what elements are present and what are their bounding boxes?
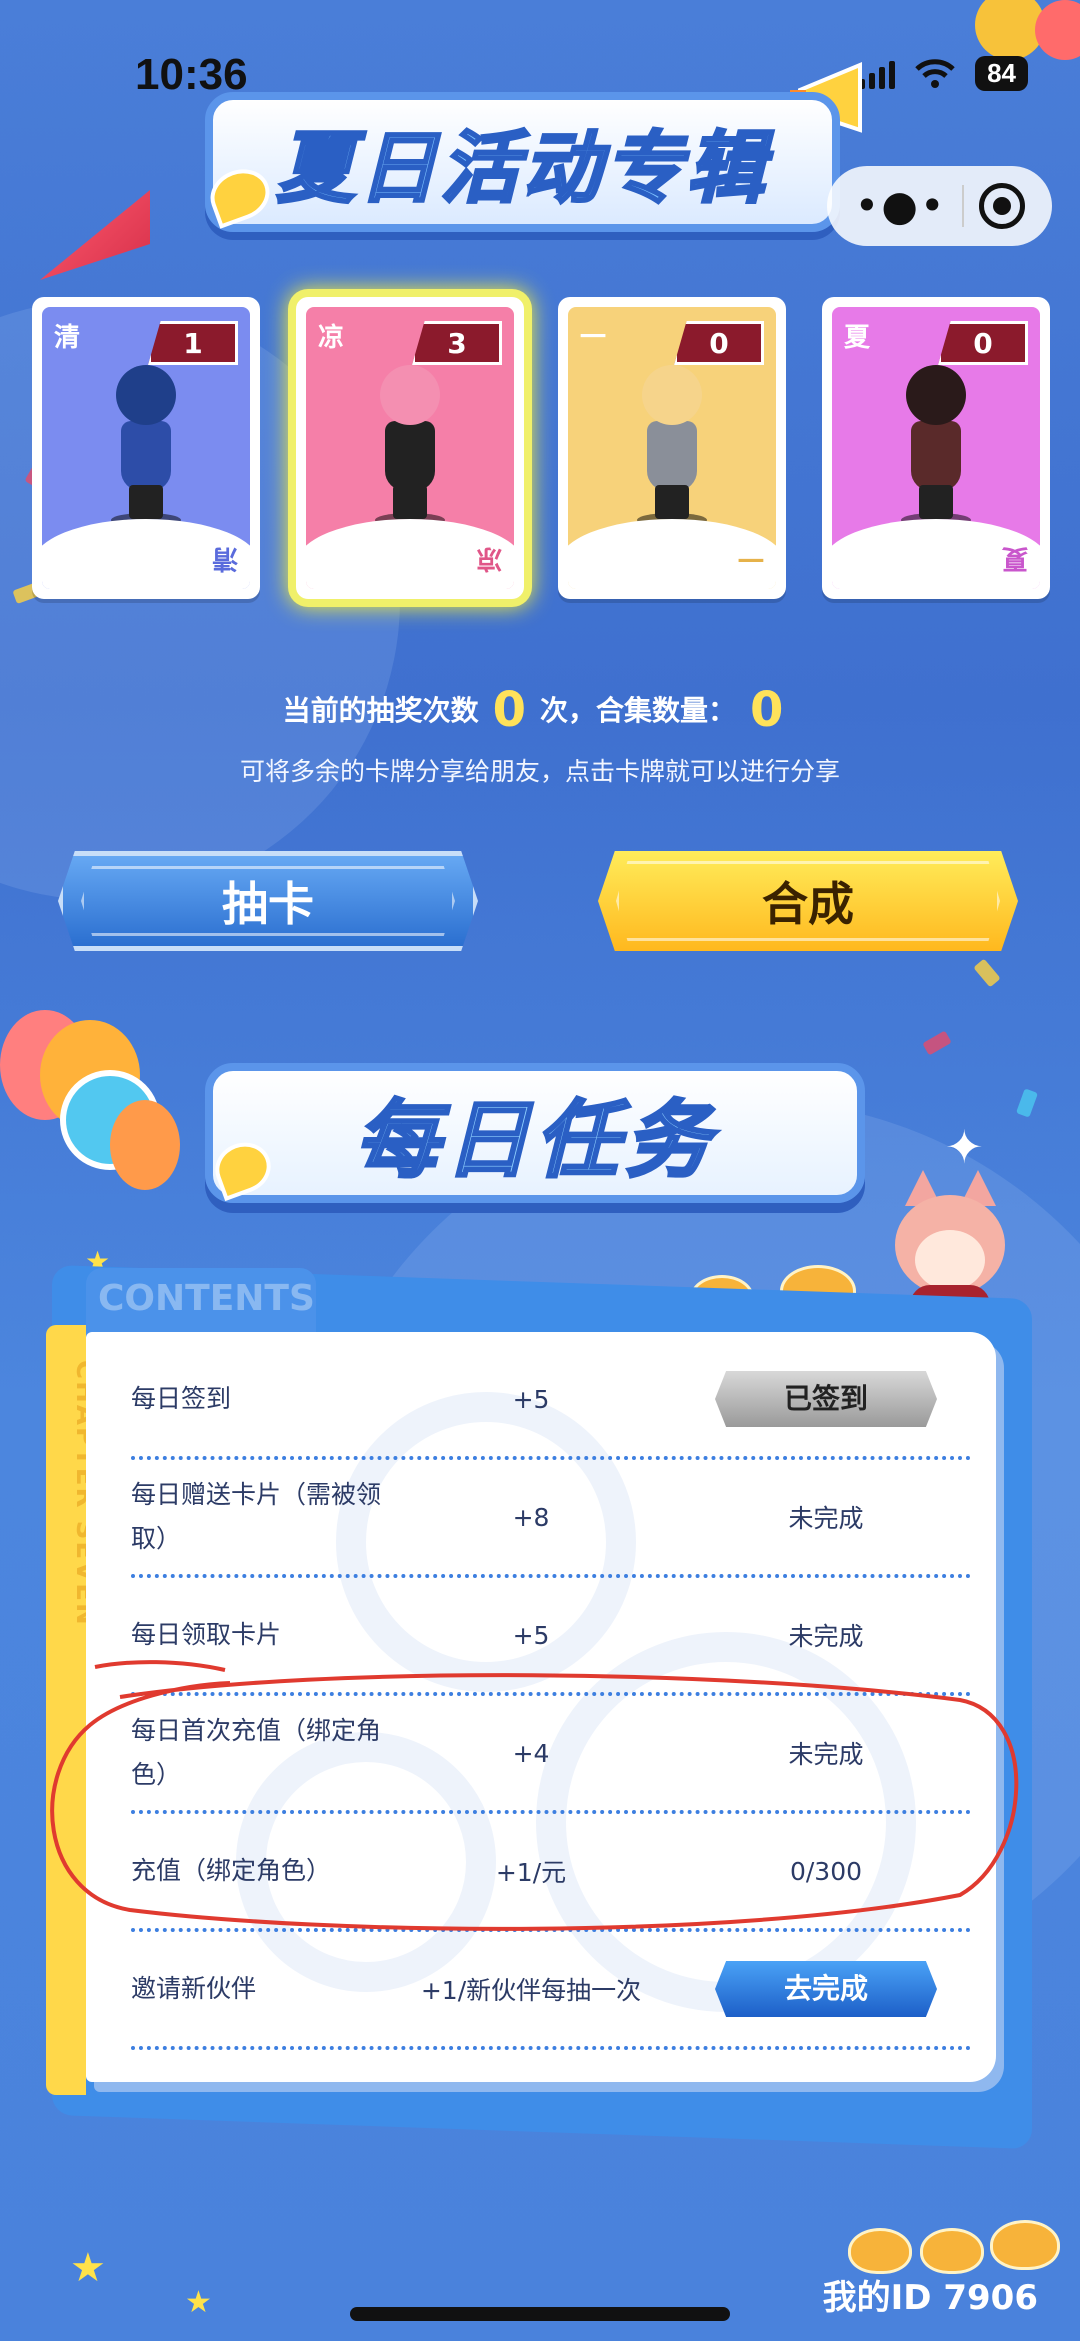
card-art: 清 1 清 [42, 307, 250, 589]
star-decoration: ★ [70, 2245, 106, 2291]
character-figure [881, 365, 991, 527]
more-dots-icon[interactable]: •●• [854, 185, 946, 227]
task-status: 未完成 [788, 1622, 864, 1651]
confetti [973, 958, 1001, 988]
character-figure [355, 365, 465, 527]
merge-label: 合成 [762, 877, 854, 931]
task-reward: +5 [512, 1384, 550, 1414]
task-name: 邀请新伙伴 [131, 1974, 257, 2003]
balloon [110, 1100, 180, 1190]
card-count-badge: 0 [938, 321, 1028, 365]
collection-count-value: 0 [750, 682, 784, 738]
share-hint: 可将多余的卡牌分享给朋友，点击卡牌就可以进行分享 [239, 757, 840, 786]
mini-program-capsule: •●• [827, 166, 1052, 246]
card-count-badge: 3 [412, 321, 502, 365]
card-count-badge: 1 [148, 321, 238, 365]
page-title: 夏日活动专辑 [275, 123, 769, 216]
party-popper [40, 190, 150, 280]
card-slot[interactable]: 夏 0 夏 [822, 297, 1050, 599]
task-name: 每日签到 [131, 1384, 232, 1413]
daily-task-banner: 每日任务 [205, 1063, 865, 1203]
task-row: 邀请新伙伴 +1/新伙伴每抽一次 去完成 [131, 1932, 971, 2050]
task-reward: +8 [512, 1502, 550, 1532]
red-annotation-circle [50, 1660, 1019, 1931]
wifi-icon [915, 58, 955, 88]
go-complete-button[interactable]: 去完成 [715, 1961, 937, 2017]
draw-count-label: 当前的抽奖次数 [282, 694, 479, 727]
orange-blob [848, 2228, 912, 2274]
card-char: 凉 [318, 323, 345, 353]
home-indicator[interactable] [350, 2307, 730, 2321]
character-figure [91, 365, 201, 527]
task-name: 每日赠送卡片（需被领取） [131, 1480, 382, 1553]
signed-in-button[interactable]: 已签到 [715, 1371, 937, 1427]
card-char-mirror: 一 [737, 543, 764, 573]
draw-count-value: 0 [492, 682, 526, 738]
draw-count-line: 当前的抽奖次数 0 次，合集数量： 0 [0, 682, 1080, 738]
orange-blob [920, 2228, 984, 2274]
card-count-badge: 0 [674, 321, 764, 365]
capsule-divider [961, 185, 964, 227]
task-reward: +1/新伙伴每抽一次 [420, 1976, 642, 2005]
task-status: 已签到 [681, 1371, 971, 1427]
card-art: 夏 0 夏 [832, 307, 1040, 589]
card-slot[interactable]: 一 0 一 [558, 297, 786, 599]
character-figure [617, 365, 727, 527]
battery-icon: 84 [975, 56, 1028, 91]
card-char: 清 [54, 323, 81, 353]
contents-tab: CONTENTS [86, 1268, 316, 1338]
sparkle-decoration: ✦ [945, 1120, 984, 1174]
task-row: 每日赠送卡片（需被领取） +8 未完成 [131, 1460, 971, 1578]
confetti [922, 1030, 952, 1056]
title-banner: 夏日活动专辑 [205, 92, 840, 232]
task-name: 每日领取卡片 [131, 1620, 282, 1649]
card-char-mirror: 凉 [475, 543, 502, 573]
draw-card-label: 抽卡 [222, 877, 314, 931]
card-slot[interactable]: 清 1 清 [32, 297, 260, 599]
my-id-label: 我的ID 7906 [822, 2278, 1038, 2318]
card-art: 凉 3 凉 [306, 307, 514, 589]
card-slot[interactable]: 凉 3 凉 [296, 297, 524, 599]
card-char: 夏 [844, 323, 871, 353]
merge-button[interactable]: 合成 [598, 851, 1018, 951]
task-status: 未完成 [788, 1504, 864, 1533]
draw-card-button[interactable]: 抽卡 [58, 851, 478, 951]
daily-task-title: 每日任务 [353, 1089, 715, 1190]
card-char-mirror: 清 [211, 543, 238, 573]
target-close-icon[interactable] [978, 183, 1025, 229]
card-char: 一 [580, 323, 607, 353]
orange-blob [990, 2220, 1060, 2270]
balloon [1035, 0, 1080, 60]
task-row: 每日签到 +5 已签到 [131, 1342, 971, 1460]
confetti [1015, 1088, 1039, 1118]
task-status: 去完成 [681, 1961, 971, 2017]
star-decoration: ★ [185, 2285, 212, 2320]
draw-count-unit: 次，合集数量： [540, 694, 737, 727]
card-char-mirror: 夏 [1001, 543, 1028, 573]
card-art: 一 0 一 [568, 307, 776, 589]
task-reward: +5 [512, 1620, 550, 1650]
